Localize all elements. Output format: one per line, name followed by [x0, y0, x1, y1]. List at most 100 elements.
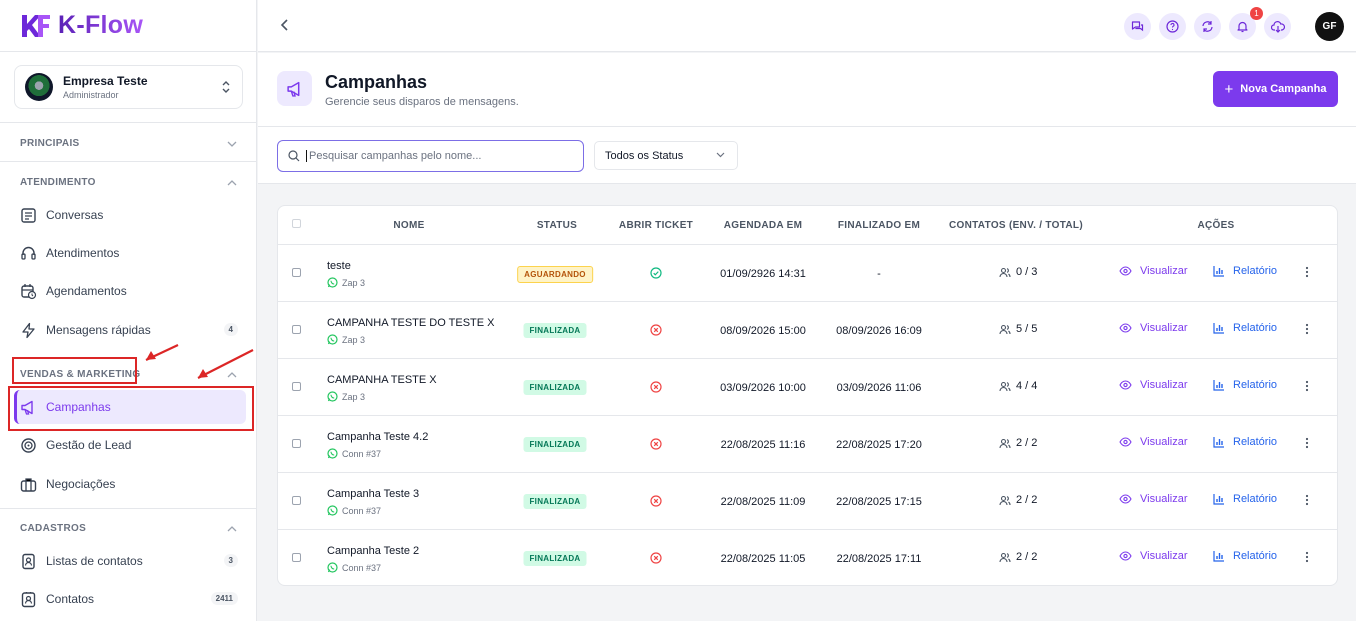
sidebar-item-negociacoes[interactable]: Negociações — [14, 467, 246, 501]
more-options-icon[interactable] — [1305, 380, 1309, 392]
campaign-name[interactable]: Campanha Teste 2 — [327, 545, 419, 557]
status-filter-select[interactable]: Todos os Status — [594, 141, 738, 170]
finished-date: - — [877, 268, 881, 280]
bar-chart-icon — [1213, 266, 1224, 277]
campaign-name[interactable]: CAMPANHA TESTE DO TESTE X — [327, 317, 494, 329]
bar-chart-icon — [1213, 323, 1224, 334]
connection-label: Conn #37 — [342, 562, 382, 573]
report-button[interactable]: Relatório — [1213, 493, 1277, 505]
bar-chart-icon — [1213, 551, 1224, 562]
section-cadastros[interactable]: CADASTROS — [20, 523, 237, 534]
row-checkbox[interactable] — [292, 325, 301, 334]
finished-date: 22/08/2025 17:20 — [836, 439, 922, 451]
view-button[interactable]: Visualizar — [1119, 322, 1188, 334]
whatsapp-icon — [327, 277, 338, 288]
report-button[interactable]: Relatório — [1213, 550, 1277, 562]
megaphone-icon — [286, 81, 299, 97]
status-badge: FINALIZADA — [523, 551, 587, 566]
column-header[interactable]: NOME — [393, 220, 424, 231]
more-options-icon[interactable] — [1305, 437, 1309, 449]
whatsapp-icon — [327, 448, 338, 459]
view-label: Visualizar — [1140, 550, 1188, 562]
report-button[interactable]: Relatório — [1213, 436, 1277, 448]
campaign-connection: Conn #37 — [327, 562, 381, 573]
column-header[interactable]: FINALIZADO EM — [838, 220, 920, 231]
connection-label: Zap 3 — [342, 334, 366, 345]
campaign-name[interactable]: Campanha Teste 4.2 — [327, 431, 428, 443]
users-icon — [999, 267, 1011, 277]
users-icon — [999, 438, 1011, 448]
eye-icon — [1119, 266, 1132, 276]
bar-chart-icon — [1213, 494, 1224, 505]
column-header[interactable]: ABRIR TICKET — [619, 220, 693, 231]
report-button[interactable]: Relatório — [1213, 265, 1277, 277]
column-header[interactable]: CONTATOS (ENV. / TOTAL) — [949, 220, 1083, 231]
sidebar-item-listas-de-contatos[interactable]: Listas de contatos 3 — [14, 544, 246, 578]
view-button[interactable]: Visualizar — [1119, 436, 1188, 448]
page-title: Campanhas — [325, 72, 428, 92]
connection-label: Conn #37 — [342, 448, 382, 459]
connection-label: Zap 3 — [342, 277, 366, 288]
refresh-button[interactable] — [1194, 13, 1221, 40]
status-badge: AGUARDANDO — [517, 266, 593, 283]
select-all-checkbox[interactable] — [292, 219, 301, 228]
campaign-connection: Zap 3 — [327, 277, 365, 288]
table-row: CAMPANHA TESTE X Zap 3 FINALIZADA 03/09/… — [278, 359, 1337, 416]
sidebar-item-label: Negociações — [46, 477, 116, 491]
view-label: Visualizar — [1140, 322, 1188, 334]
contacts-count: 4 / 4 — [999, 380, 1037, 392]
column-header: AÇÕES — [1197, 220, 1235, 231]
more-options-icon[interactable] — [1305, 551, 1309, 563]
x-circle-icon — [650, 438, 662, 450]
report-button[interactable]: Relatório — [1213, 322, 1277, 334]
campaign-name[interactable]: Campanha Teste 3 — [327, 488, 419, 500]
search-input[interactable] — [306, 150, 566, 162]
more-options-icon[interactable] — [1305, 323, 1309, 335]
view-button[interactable]: Visualizar — [1119, 379, 1188, 391]
finished-date: 22/08/2025 17:15 — [836, 496, 922, 508]
row-checkbox[interactable] — [292, 496, 301, 505]
download-button[interactable] — [1264, 13, 1291, 40]
eye-icon — [1119, 380, 1132, 390]
count-badge: 2411 — [210, 592, 238, 605]
row-checkbox[interactable] — [292, 268, 301, 277]
search-icon — [288, 150, 300, 162]
new-campaign-button[interactable]: + Nova Campanha — [1213, 71, 1338, 107]
open-ticket-indicator — [650, 381, 662, 393]
column-header[interactable]: AGENDADA EM — [724, 220, 803, 231]
divider — [0, 508, 256, 509]
connection-label: Conn #37 — [342, 505, 382, 516]
view-button[interactable]: Visualizar — [1119, 493, 1188, 505]
filter-bar: Todos os Status — [258, 127, 1356, 184]
user-avatar[interactable]: GF — [1315, 12, 1344, 41]
row-checkbox[interactable] — [292, 439, 301, 448]
campaign-name[interactable]: CAMPANHA TESTE X — [327, 374, 437, 386]
row-checkbox[interactable] — [292, 553, 301, 562]
more-options-icon[interactable] — [1305, 266, 1309, 278]
view-button[interactable]: Visualizar — [1119, 265, 1188, 277]
x-circle-icon — [650, 324, 662, 336]
help-button[interactable] — [1159, 13, 1186, 40]
more-options-icon[interactable] — [1305, 494, 1309, 506]
contacts-value: 4 / 4 — [1016, 380, 1038, 392]
campaign-connection: Zap 3 — [327, 334, 365, 345]
contacts-count: 5 / 5 — [999, 323, 1037, 335]
campaigns-table: NOME STATUS ABRIR TICKET AGENDADA EM FIN… — [277, 205, 1338, 586]
column-header[interactable]: STATUS — [537, 220, 577, 231]
chat-button[interactable] — [1124, 13, 1151, 40]
target-icon — [21, 437, 36, 453]
view-label: Visualizar — [1140, 436, 1188, 448]
view-button[interactable]: Visualizar — [1119, 550, 1188, 562]
sidebar-item-gestao-de-lead[interactable]: Gestão de Lead — [14, 428, 246, 462]
finished-date: 03/09/2026 11:06 — [836, 382, 922, 394]
sidebar-item-contatos[interactable]: Contatos 2411 — [14, 582, 246, 616]
campaign-name[interactable]: teste — [327, 260, 351, 272]
bar-chart-icon — [1213, 380, 1224, 391]
notification-badge: 1 — [1250, 7, 1263, 20]
bar-chart-icon — [1213, 437, 1224, 448]
report-button[interactable]: Relatório — [1213, 379, 1277, 391]
contacts-count: 0 / 3 — [999, 266, 1037, 278]
collapse-sidebar-button[interactable] — [278, 18, 292, 32]
section-label: CADASTROS — [20, 523, 87, 534]
row-checkbox[interactable] — [292, 382, 301, 391]
